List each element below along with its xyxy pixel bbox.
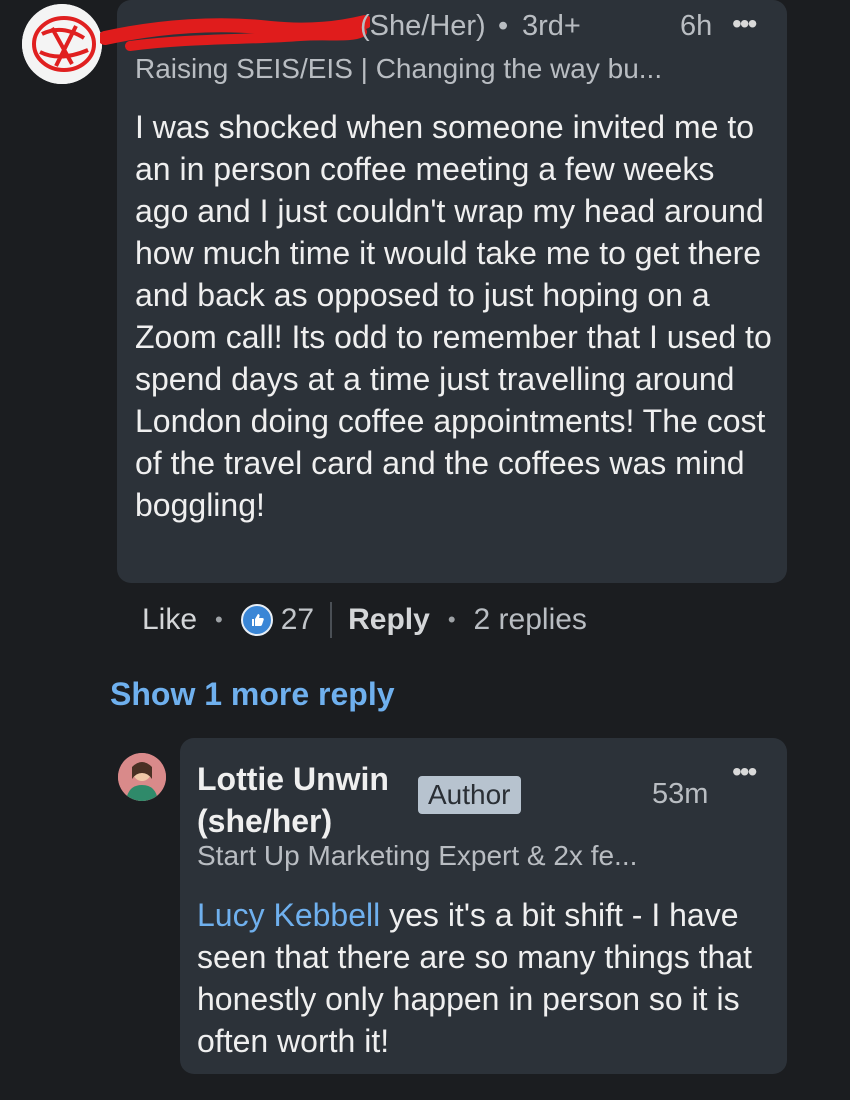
reply-text: Lucy Kebbell yes it's a bit shift - I ha… xyxy=(197,894,772,1062)
show-more-replies-link[interactable]: Show 1 more reply xyxy=(110,676,395,713)
separator-dot: • xyxy=(447,607,456,632)
reaction-count[interactable]: 27 xyxy=(281,603,314,637)
separator-dot: • xyxy=(215,607,223,632)
mention-link[interactable]: Lucy Kebbell xyxy=(197,897,380,933)
more-options-icon[interactable]: ••• xyxy=(732,756,757,788)
commenter-headline: Raising SEIS/EIS | Changing the way bu..… xyxy=(135,53,663,84)
redacted-avatar-icon xyxy=(22,4,102,84)
separator-dot: • xyxy=(498,10,509,42)
redaction-scribble xyxy=(100,15,370,51)
thumbs-up-icon[interactable] xyxy=(240,604,273,636)
commenter-pronouns: (She/Her) xyxy=(360,10,486,42)
more-options-icon[interactable]: ••• xyxy=(732,8,757,40)
profile-photo-icon xyxy=(118,753,166,801)
comment-time: 6h xyxy=(680,10,713,42)
author-badge: Author xyxy=(418,776,521,814)
replies-count[interactable]: 2 replies xyxy=(474,603,587,637)
reply-button[interactable]: Reply xyxy=(348,603,430,637)
reply-author-headline: Start Up Marketing Expert & 2x fe... xyxy=(197,840,638,871)
reply-author-name[interactable]: Lottie Unwin (she/her) xyxy=(197,758,417,842)
reply-avatar[interactable] xyxy=(118,753,166,801)
connection-degree: 3rd+ xyxy=(522,10,581,42)
divider xyxy=(330,602,333,638)
reply-time: 53m xyxy=(652,778,709,810)
comment-text: I was shocked when someone invited me to… xyxy=(135,109,772,523)
commenter-avatar[interactable] xyxy=(22,4,102,84)
comment-actions: Like • 27 Reply • 2 replies xyxy=(142,600,587,640)
like-button[interactable]: Like xyxy=(142,603,197,637)
